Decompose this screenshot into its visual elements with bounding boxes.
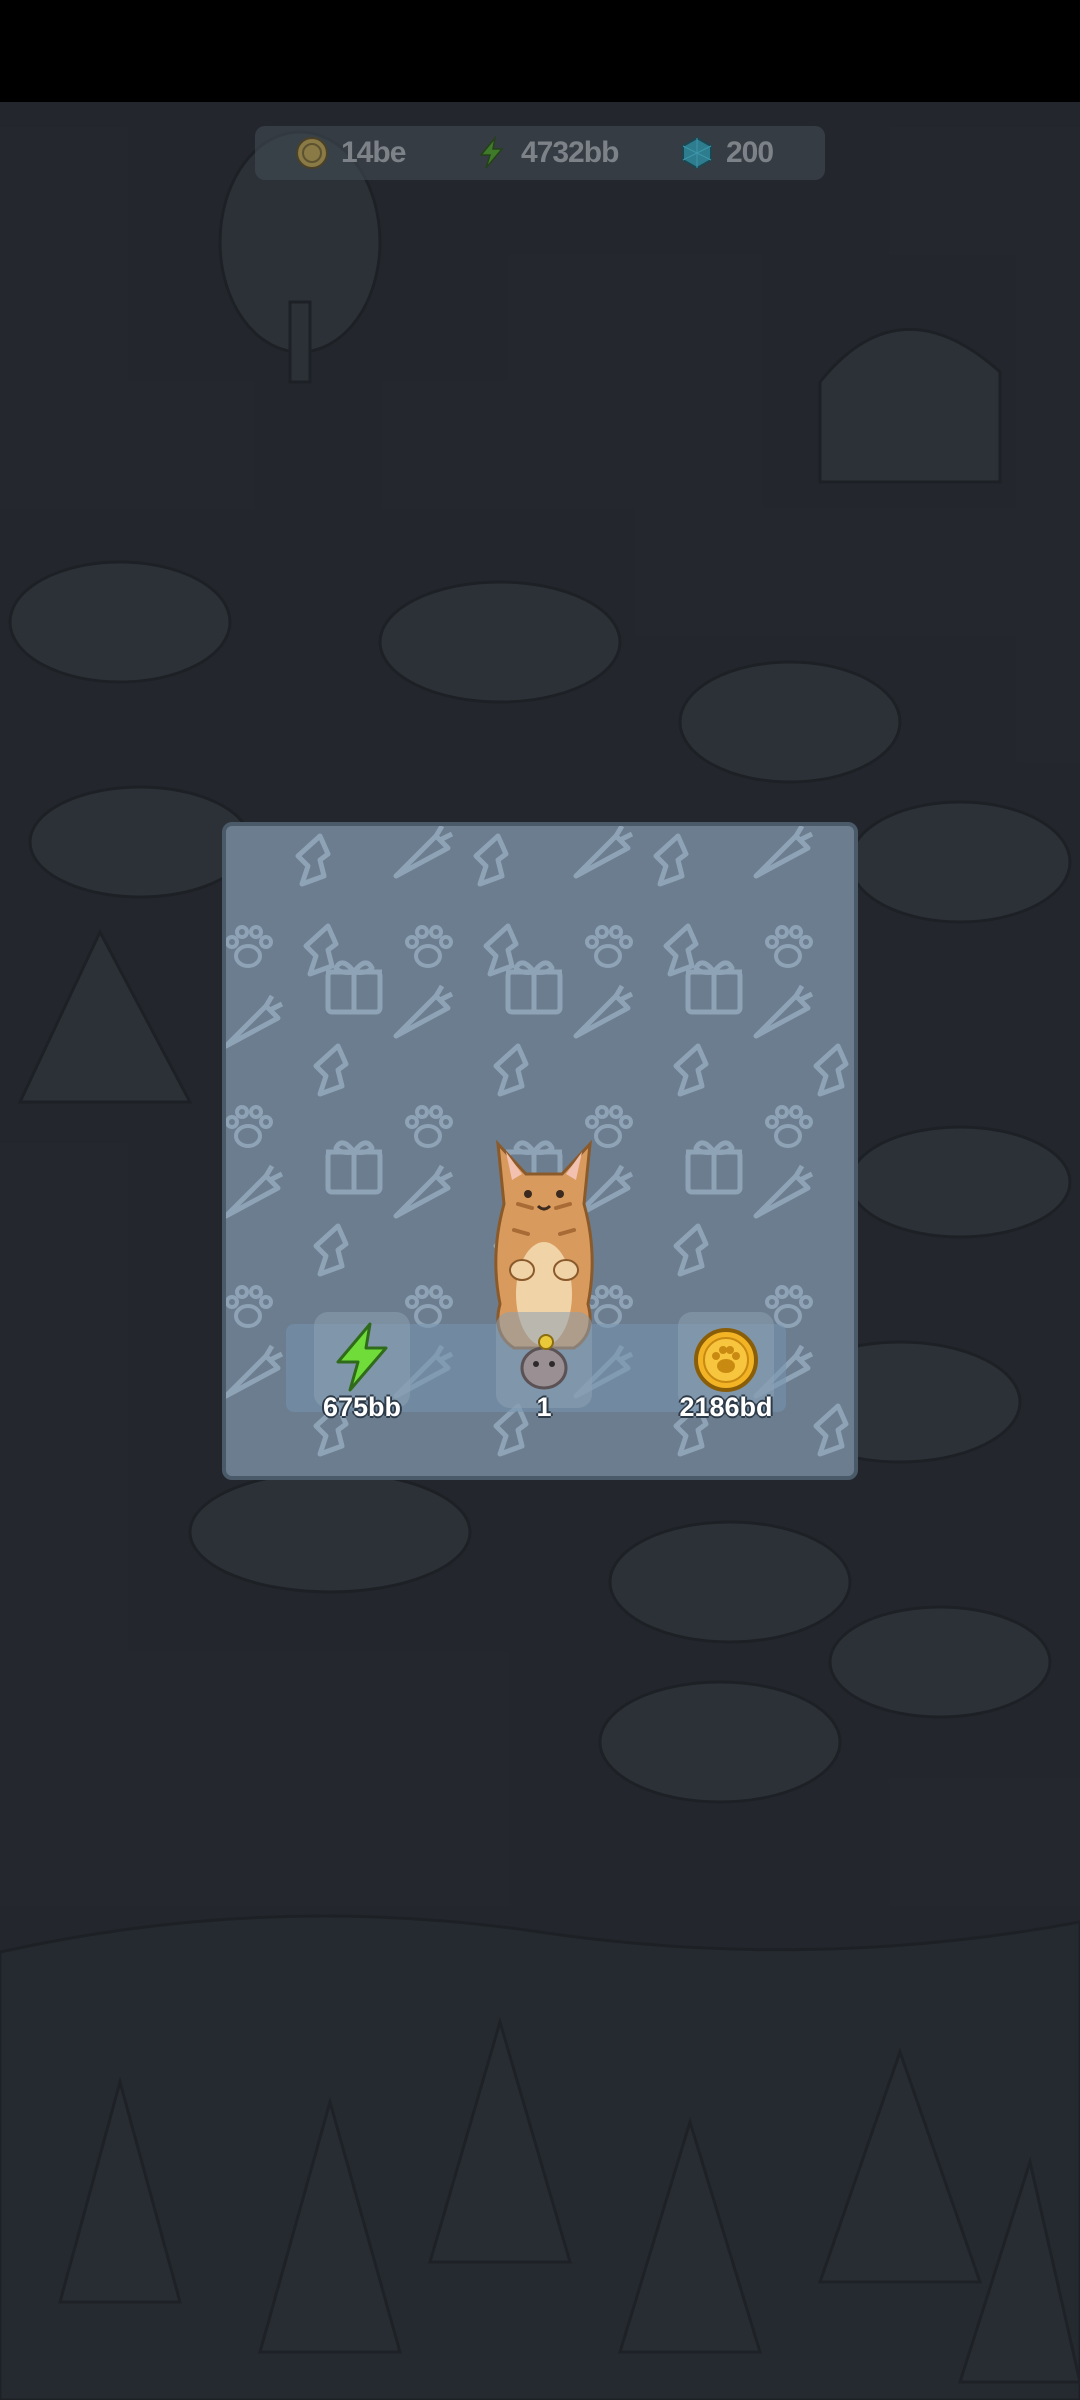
paw-coin-icon	[694, 1328, 758, 1392]
energy-value: 4732bb	[521, 136, 619, 169]
status-bar	[0, 0, 1080, 102]
lightning-icon	[336, 1322, 388, 1392]
coins-value: 14be	[341, 136, 406, 169]
resource-bar: 14be 4732bb 200	[255, 126, 825, 180]
gem-icon	[682, 136, 712, 170]
reward-panel[interactable]: 675bb 1 2186bd	[222, 822, 858, 1480]
coins-counter: 14be	[295, 126, 406, 180]
reward-creature-label: 1	[536, 1392, 552, 1422]
gems-counter: 200	[680, 126, 774, 180]
reward-energy-label: 675bb	[322, 1392, 402, 1422]
gems-value: 200	[726, 136, 774, 169]
reward-coin-label: 2186bd	[679, 1392, 773, 1422]
energy-counter: 4732bb	[475, 126, 619, 180]
creature-icon	[520, 1334, 568, 1390]
lightning-icon	[479, 136, 504, 169]
coin-icon	[296, 137, 328, 169]
